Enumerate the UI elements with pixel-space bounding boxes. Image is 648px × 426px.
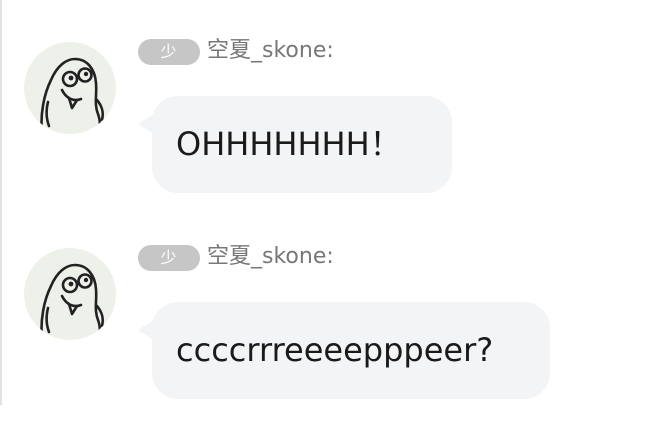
chat-message: 少 空夏_skone: OHHHHHHH！ bbox=[0, 30, 648, 220]
cartoon-face-icon bbox=[40, 57, 105, 134]
sender-name[interactable]: 空夏_skone: bbox=[207, 36, 334, 66]
avatar[interactable] bbox=[24, 42, 116, 134]
chat-message: 少 空夏_skone: ccccrrreeeepppeer? bbox=[0, 236, 648, 426]
message-bubble[interactable]: OHHHHHHH！ bbox=[152, 96, 452, 193]
rank-badge: 少 bbox=[138, 39, 200, 65]
rank-badge: 少 bbox=[138, 245, 200, 271]
sender-name[interactable]: 空夏_skone: bbox=[207, 242, 334, 272]
avatar[interactable] bbox=[24, 248, 116, 340]
cartoon-face-icon bbox=[40, 263, 105, 340]
message-bubble[interactable]: ccccrrreeeepppeer? bbox=[152, 302, 550, 399]
